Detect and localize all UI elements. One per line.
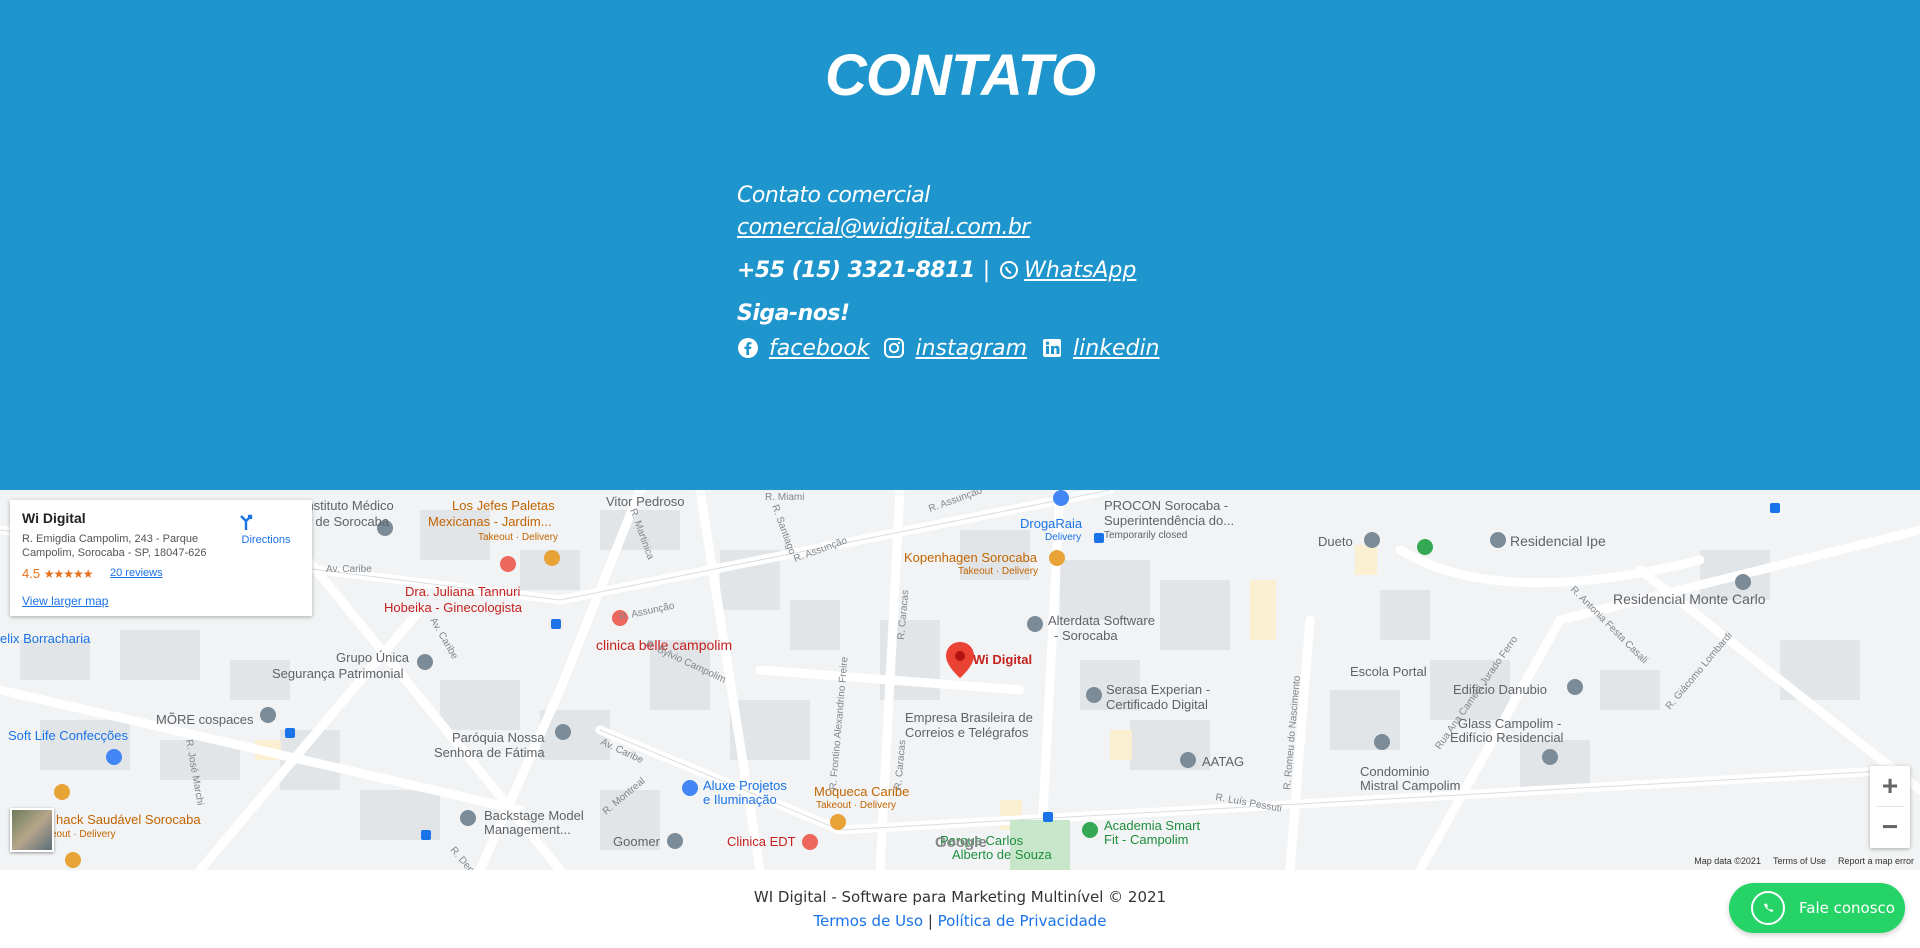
svg-text:Condominio: Condominio: [1360, 764, 1429, 779]
svg-text:Takeout · Delivery: Takeout · Delivery: [478, 532, 558, 543]
svg-text:MÕRE cospaces: MÕRE cospaces: [156, 712, 254, 727]
svg-text:Edificio Danubio: Edificio Danubio: [1453, 682, 1547, 697]
whatsapp-link[interactable]: WhatsApp: [1024, 258, 1136, 283]
svg-text:Los Jefes Paletas: Los Jefes Paletas: [452, 498, 555, 513]
email-link[interactable]: comercial@widigital.com.br: [737, 212, 1168, 244]
footer-separator: |: [927, 912, 933, 930]
place-name: Wi Digital: [22, 510, 86, 526]
svg-text:Segurança Patrimonial: Segurança Patrimonial: [272, 666, 404, 681]
svg-text:PROCON Sorocaba -: PROCON Sorocaba -: [1104, 498, 1228, 513]
svg-text:Hobeika - Ginecologista: Hobeika - Ginecologista: [384, 600, 523, 615]
svg-text:Delivery: Delivery: [1045, 532, 1081, 543]
svg-text:Mexicanas - Jardim...: Mexicanas - Jardim...: [428, 514, 552, 529]
svg-text:elix Borracharia: elix Borracharia: [0, 631, 91, 646]
follow-label: Siga-nos!: [737, 301, 850, 326]
svg-text:Soft Life Confecções: Soft Life Confecções: [8, 728, 128, 743]
zoom-out-button[interactable]: −: [1870, 807, 1910, 847]
facebook-icon: [737, 337, 759, 359]
svg-text:AATAG: AATAG: [1202, 754, 1244, 769]
svg-text:Av. Caribe: Av. Caribe: [326, 564, 372, 575]
svg-text:Dueto: Dueto: [1318, 534, 1353, 549]
reviews-link[interactable]: 20 reviews: [110, 567, 163, 579]
whatsapp-chat-icon: [1751, 891, 1785, 925]
svg-text:Fit - Campolim: Fit - Campolim: [1104, 832, 1189, 847]
svg-text:Glass Campolim -: Glass Campolim -: [1458, 716, 1561, 731]
phone-number: +55 (15) 3321-8811: [737, 257, 975, 283]
satellite-toggle[interactable]: [10, 808, 54, 852]
svg-text:R. Miami: R. Miami: [765, 492, 804, 503]
embedded-map[interactable]: Wi Digital IML - Instituto Médico Legal …: [0, 490, 1920, 870]
social-links: facebook instagram linkedin: [737, 330, 1168, 366]
svg-text:Takeout · Delivery: Takeout · Delivery: [816, 800, 896, 811]
svg-text:Grupo Única: Grupo Única: [336, 650, 410, 665]
instagram-icon: [883, 337, 905, 359]
svg-text:Serasa Experian -: Serasa Experian -: [1106, 682, 1210, 697]
svg-text:Correios e Telégrafos: Correios e Telégrafos: [905, 725, 1029, 740]
svg-text:- Sorocaba: - Sorocaba: [1054, 628, 1118, 643]
map-attribution: Map data ©2021 Terms of Use Report a map…: [1694, 856, 1914, 866]
svg-text:Dra. Juliana Tannuri: Dra. Juliana Tannuri: [405, 584, 520, 599]
phone-row: +55 (15) 3321-8811 | WhatsApp: [737, 248, 1168, 292]
privacy-link[interactable]: Política de Privacidade: [938, 912, 1107, 930]
whatsapp-chat-label: Fale conosco: [1799, 899, 1895, 917]
svg-text:Residencial Ipe: Residencial Ipe: [1510, 533, 1606, 549]
commercial-label: Contato comercial: [737, 183, 930, 208]
svg-text:Management...: Management...: [484, 822, 571, 837]
whatsapp-chat-button[interactable]: Fale conosco: [1729, 883, 1905, 933]
facebook-link[interactable]: facebook: [769, 336, 869, 361]
whatsapp-icon: [998, 259, 1020, 281]
svg-text:Certificado Digital: Certificado Digital: [1106, 697, 1208, 712]
map-data-text: Map data ©2021: [1694, 856, 1761, 866]
svg-text:Paróquia Nossa: Paróquia Nossa: [452, 730, 545, 745]
report-map-error-link[interactable]: Report a map error: [1838, 856, 1914, 866]
phone-separator: |: [982, 257, 991, 283]
view-larger-map-link[interactable]: View larger map: [22, 594, 108, 608]
google-logo: Google: [935, 834, 987, 851]
instagram-link[interactable]: instagram: [915, 336, 1027, 361]
footer-links: Termos de Uso | Política de Privacidade: [0, 912, 1920, 930]
svg-text:e Iluminação: e Iluminação: [703, 792, 777, 807]
zoom-controls: + −: [1870, 766, 1910, 848]
svg-text:Clinica EDT: Clinica EDT: [727, 834, 796, 849]
svg-text:Edifício Residencial: Edifício Residencial: [1450, 730, 1564, 745]
svg-text:Senhora de Fátima: Senhora de Fátima: [434, 745, 545, 760]
svg-text:DrogaRaia: DrogaRaia: [1020, 516, 1083, 531]
rating-stars-icon: ★★★★★: [43, 567, 94, 581]
contact-info: Contato comercial comercial@widigital.co…: [737, 180, 1168, 366]
svg-text:Superintendência do...: Superintendência do...: [1104, 513, 1234, 528]
directions-icon: [236, 512, 296, 534]
svg-text:Kopenhagen Sorocaba: Kopenhagen Sorocaba: [904, 550, 1038, 565]
map-pin-label: Wi Digital: [973, 652, 1032, 667]
svg-text:Residencial Monte Carlo: Residencial Monte Carlo: [1613, 591, 1766, 607]
svg-text:Goomer: Goomer: [613, 834, 661, 849]
svg-text:Temporarily closed: Temporarily closed: [1104, 530, 1187, 541]
map-terms-link[interactable]: Terms of Use: [1773, 856, 1826, 866]
svg-text:keout · Delivery: keout · Delivery: [46, 829, 115, 840]
svg-text:Empresa Brasileira de: Empresa Brasileira de: [905, 710, 1033, 725]
terms-link[interactable]: Termos de Uso: [813, 912, 923, 930]
linkedin-icon: [1041, 337, 1063, 359]
contact-section: CONTATO Contato comercial comercial@widi…: [0, 0, 1920, 490]
footer: WI Digital - Software para Marketing Mul…: [0, 870, 1920, 948]
svg-text:Escola Portal: Escola Portal: [1350, 664, 1427, 679]
svg-text:Academia Smart: Academia Smart: [1104, 818, 1200, 833]
zoom-in-button[interactable]: +: [1870, 766, 1910, 806]
svg-text:Vitor Pedroso: Vitor Pedroso: [606, 494, 685, 509]
svg-text:Mistral Campolim: Mistral Campolim: [1360, 778, 1460, 793]
svg-text:Alterdata Software: Alterdata Software: [1048, 613, 1155, 628]
place-info-card: Wi Digital R. Emigdia Campolim, 243 - Pa…: [10, 500, 312, 616]
linkedin-link[interactable]: linkedin: [1073, 336, 1159, 361]
svg-text:Backstage Model: Backstage Model: [484, 808, 584, 823]
svg-text:Aluxe Projetos: Aluxe Projetos: [703, 778, 787, 793]
directions-label: Directions: [241, 534, 291, 546]
directions-button[interactable]: Directions: [236, 512, 296, 546]
rating-value: 4.5: [22, 566, 41, 581]
contact-title: CONTATO: [824, 43, 1096, 108]
svg-text:Takeout · Delivery: Takeout · Delivery: [958, 566, 1038, 577]
place-rating: 4.5 ★★★★★: [22, 566, 93, 581]
svg-text:hack Saudável Sorocaba: hack Saudável Sorocaba: [56, 812, 201, 827]
place-address: R. Emigdia Campolim, 243 - Parque Campol…: [22, 533, 207, 559]
footer-copyright: WI Digital - Software para Marketing Mul…: [753, 888, 1167, 906]
